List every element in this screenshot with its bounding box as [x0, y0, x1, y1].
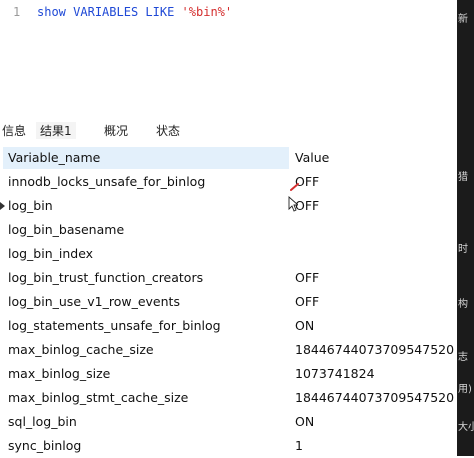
- tab-result-1[interactable]: 结果1: [36, 122, 76, 139]
- table-row[interactable]: log_statements_unsafe_for_binlog ON: [0, 314, 457, 338]
- cell-variable-name[interactable]: innodb_locks_unsafe_for_binlog: [8, 174, 205, 189]
- cell-variable-name[interactable]: log_bin_use_v1_row_events: [8, 294, 180, 309]
- table-row[interactable]: log_bin_index: [0, 242, 457, 266]
- cell-variable-name[interactable]: log_bin: [8, 198, 53, 213]
- column-header-value[interactable]: Value: [295, 150, 329, 165]
- mouse-cursor-icon: [288, 196, 298, 212]
- cell-variable-name[interactable]: sync_binlog: [8, 438, 81, 453]
- cell-variable-name[interactable]: log_bin_basename: [8, 222, 124, 237]
- like-pattern: '%bin%': [181, 5, 233, 19]
- cell-variable-name[interactable]: max_binlog_size: [8, 366, 110, 381]
- table-row[interactable]: sql_log_bin ON: [0, 410, 457, 434]
- side-fragment: 构: [458, 299, 468, 310]
- cell-variable-name[interactable]: log_bin_index: [8, 246, 93, 261]
- tab-info[interactable]: 信息: [2, 122, 26, 139]
- grid-header: Variable_name Value: [0, 146, 457, 170]
- table-row[interactable]: max_binlog_size 1073741824: [0, 362, 457, 386]
- table-row[interactable]: log_bin_basename: [0, 218, 457, 242]
- keyword-show: show: [37, 5, 66, 19]
- side-fragment: 大小: [458, 422, 474, 433]
- cell-value[interactable]: 1073741824: [295, 366, 375, 381]
- side-fragment: 用): [458, 384, 472, 395]
- result-tabs: 信息 结果1 概况 状态: [0, 118, 457, 142]
- cell-value[interactable]: 18446744073709547520: [295, 390, 454, 405]
- table-row[interactable]: innodb_locks_unsafe_for_binlog OFF: [0, 170, 457, 194]
- result-grid[interactable]: Variable_name Value innodb_locks_unsafe_…: [0, 146, 457, 456]
- table-row[interactable]: max_binlog_stmt_cache_size 1844674407370…: [0, 386, 457, 410]
- cell-value[interactable]: OFF: [295, 198, 319, 213]
- tab-profile[interactable]: 概况: [104, 122, 128, 139]
- table-row[interactable]: sync_binlog 1: [0, 434, 457, 458]
- line-number: 1: [13, 5, 21, 19]
- cell-value[interactable]: OFF: [295, 294, 319, 309]
- cell-variable-name[interactable]: log_statements_unsafe_for_binlog: [8, 318, 221, 333]
- table-row[interactable]: max_binlog_cache_size 184467440737095475…: [0, 338, 457, 362]
- query-editor[interactable]: 1 show VARIABLES LIKE '%bin%': [0, 0, 457, 115]
- tab-status[interactable]: 状态: [156, 122, 180, 139]
- cell-value[interactable]: ON: [295, 318, 314, 333]
- table-row[interactable]: log_bin OFF: [0, 194, 457, 218]
- side-fragment: 新: [458, 14, 468, 25]
- cell-variable-name[interactable]: max_binlog_stmt_cache_size: [8, 390, 188, 405]
- keyword-variables: VARIABLES: [73, 5, 139, 19]
- keyword-like: LIKE: [145, 5, 175, 19]
- cell-value[interactable]: 1: [295, 438, 303, 453]
- sql-query-line[interactable]: show VARIABLES LIKE '%bin%': [37, 5, 232, 19]
- cell-value[interactable]: ON: [295, 414, 314, 429]
- side-fragment: 猎: [458, 172, 468, 183]
- side-fragment: 志: [458, 352, 468, 363]
- cell-variable-name[interactable]: sql_log_bin: [8, 414, 77, 429]
- background-window-strip: 新 猎 时 构 志 用) 大小: [457, 0, 474, 456]
- column-header-variable-name[interactable]: Variable_name: [3, 147, 289, 169]
- side-fragment: 时: [458, 244, 468, 255]
- cell-value[interactable]: 18446744073709547520: [295, 342, 454, 357]
- table-row[interactable]: log_bin_use_v1_row_events OFF: [0, 290, 457, 314]
- current-row-arrow-icon: [0, 202, 5, 210]
- cell-variable-name[interactable]: log_bin_trust_function_creators: [8, 270, 203, 285]
- table-row[interactable]: log_bin_trust_function_creators OFF: [0, 266, 457, 290]
- red-annotation-mark-icon: [290, 183, 299, 191]
- cell-value[interactable]: OFF: [295, 270, 319, 285]
- cell-variable-name[interactable]: max_binlog_cache_size: [8, 342, 154, 357]
